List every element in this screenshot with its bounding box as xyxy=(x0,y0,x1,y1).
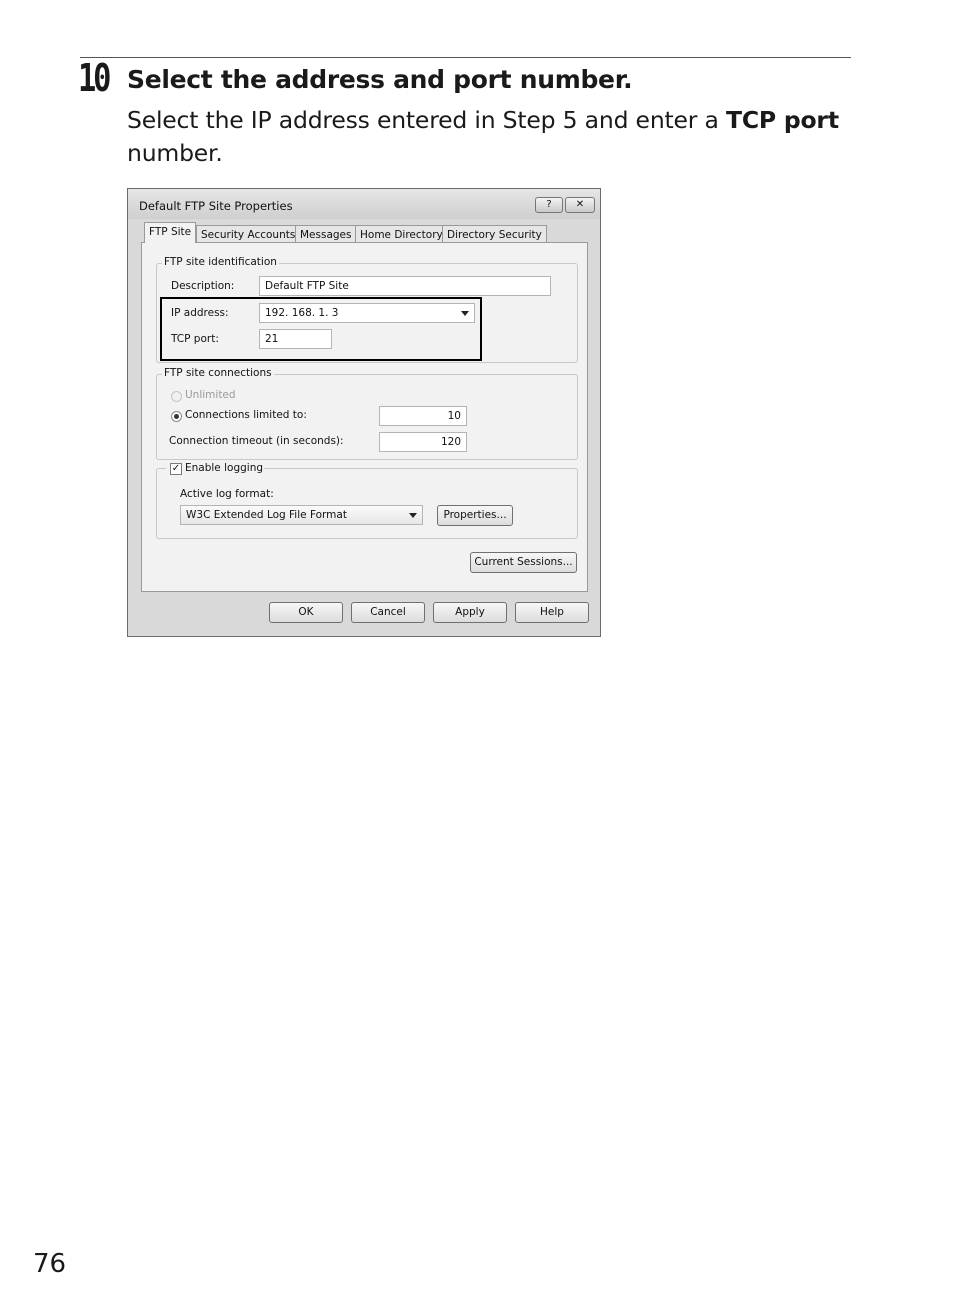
tab-messages[interactable]: Messages xyxy=(295,225,357,243)
tab-home-directory[interactable]: Home Directory xyxy=(355,225,448,243)
identification-group-label: FTP site identification xyxy=(162,256,279,268)
tab-panel: FTP site identification Description: Def… xyxy=(141,242,588,592)
dialog-titlebar: Default FTP Site Properties ? ✕ xyxy=(128,189,600,219)
tab-security-accounts[interactable]: Security Accounts xyxy=(196,225,301,243)
step-text-after: number. xyxy=(127,139,223,167)
dialog-title: Default FTP Site Properties xyxy=(139,199,293,213)
enable-logging-label: Enable logging xyxy=(185,462,264,474)
connections-limit-input[interactable]: 10 xyxy=(379,406,467,426)
chevron-down-icon xyxy=(409,513,417,518)
log-format-label: Active log format: xyxy=(180,488,274,500)
description-label: Description: xyxy=(171,280,235,292)
timeout-label: Connection timeout (in seconds): xyxy=(169,435,344,447)
header-rule xyxy=(80,57,851,58)
page-number: 76 xyxy=(33,1249,67,1279)
radio-selected-dot xyxy=(174,414,179,419)
log-properties-button[interactable]: Properties... xyxy=(437,505,513,526)
cancel-button[interactable]: Cancel xyxy=(351,602,425,623)
connections-limited-radio[interactable] xyxy=(171,411,182,422)
connections-group-label: FTP site connections xyxy=(162,367,274,379)
step-number: 10 xyxy=(78,56,111,100)
step-instructions: Select the IP address entered in Step 5 … xyxy=(127,104,847,170)
apply-button[interactable]: Apply xyxy=(433,602,507,623)
close-icon[interactable]: ✕ xyxy=(565,197,595,213)
unlimited-radio[interactable] xyxy=(171,391,182,402)
description-input[interactable]: Default FTP Site xyxy=(259,276,551,296)
help-icon[interactable]: ? xyxy=(535,197,563,213)
logging-group xyxy=(156,468,578,539)
step-text-before: Select the IP address entered in Step 5 … xyxy=(127,106,726,134)
ok-button[interactable]: OK xyxy=(269,602,343,623)
step-title: Select the address and port number. xyxy=(127,65,633,94)
highlight-box xyxy=(160,297,482,361)
tab-directory-security[interactable]: Directory Security xyxy=(442,225,547,243)
tab-ftp-site[interactable]: FTP Site xyxy=(144,222,197,243)
connections-limited-label: Connections limited to: xyxy=(185,409,307,421)
ftp-properties-dialog: Default FTP Site Properties ? ✕ FTP Site… xyxy=(127,188,601,637)
unlimited-label: Unlimited xyxy=(185,389,236,401)
enable-logging-checkbox[interactable]: ✓ xyxy=(170,463,182,475)
log-format-select[interactable]: W3C Extended Log File Format xyxy=(180,505,423,525)
log-format-value: W3C Extended Log File Format xyxy=(186,509,347,521)
current-sessions-button[interactable]: Current Sessions... xyxy=(470,552,577,573)
timeout-input[interactable]: 120 xyxy=(379,432,467,452)
step-text-bold: TCP port xyxy=(725,106,839,134)
help-button[interactable]: Help xyxy=(515,602,589,623)
